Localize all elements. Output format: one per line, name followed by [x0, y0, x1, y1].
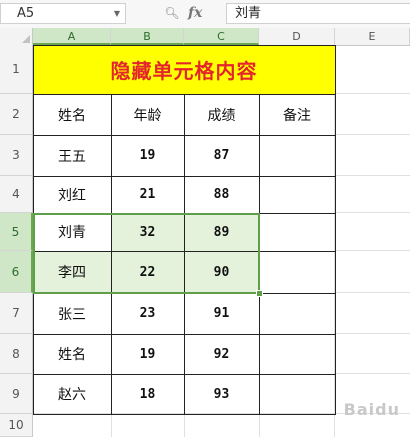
table-border	[33, 45, 34, 415]
formula-value: 刘青	[235, 6, 262, 21]
row-header-4[interactable]: 4	[0, 176, 33, 213]
cell-name[interactable]: 刘红	[33, 176, 111, 213]
cell-age[interactable]: 32	[111, 213, 184, 251]
row-header-6[interactable]: 6	[0, 251, 33, 293]
header-cell-age[interactable]: 年龄	[111, 94, 184, 135]
cell-age[interactable]: 21	[111, 176, 184, 213]
gridline	[335, 333, 410, 334]
cell-age[interactable]: 19	[111, 135, 184, 176]
cell-age[interactable]: 23	[111, 293, 184, 334]
chevron-down-icon[interactable]: ▼	[114, 4, 120, 23]
header-cell-note[interactable]: 备注	[259, 94, 335, 135]
cell-name[interactable]: 赵六	[33, 374, 111, 414]
table-border	[111, 94, 112, 415]
formula-input[interactable]: 刘青	[226, 3, 410, 24]
column-header-d[interactable]: D	[259, 28, 335, 45]
gridline	[259, 414, 260, 437]
table-border	[33, 45, 336, 46]
name-box[interactable]: A5 ▼	[0, 3, 126, 24]
cell-name-active[interactable]: 刘青	[33, 213, 111, 251]
row-header-1[interactable]: 1	[0, 45, 33, 94]
fx-icon[interactable]: fx	[188, 4, 208, 22]
gridline	[111, 414, 112, 437]
row-header-8[interactable]: 8	[0, 334, 33, 374]
fill-handle[interactable]	[256, 290, 263, 297]
title-cell[interactable]: 隐藏单元格内容	[33, 45, 335, 94]
row-header-3[interactable]: 3	[0, 135, 33, 176]
cell-score[interactable]: 93	[184, 374, 259, 414]
row-header-2[interactable]: 2	[0, 94, 33, 135]
cell-age[interactable]: 22	[111, 251, 184, 293]
column-headers: A B C D E	[0, 28, 410, 46]
select-all-corner[interactable]	[0, 28, 33, 45]
gridline	[335, 134, 410, 135]
row-header-7[interactable]: 7	[0, 293, 33, 334]
gridline	[335, 175, 410, 176]
cell-score[interactable]: 87	[184, 135, 259, 176]
cell-name[interactable]: 王五	[33, 135, 111, 176]
cell-age[interactable]: 18	[111, 374, 184, 414]
row-header-9[interactable]: 9	[0, 374, 33, 414]
table-border	[335, 45, 336, 415]
cell-score[interactable]: 90	[184, 251, 259, 293]
zoom-icon[interactable]: 🔍︎	[164, 4, 180, 22]
row-header-5[interactable]: 5	[0, 213, 33, 251]
column-header-c[interactable]: C	[184, 28, 259, 45]
row-header-10[interactable]: 10	[0, 414, 33, 437]
column-header-e[interactable]: E	[335, 28, 410, 45]
gridline	[335, 292, 410, 293]
header-cell-name[interactable]: 姓名	[33, 94, 111, 135]
gridline	[335, 212, 410, 213]
cell-score[interactable]: 89	[184, 213, 259, 251]
cell-name[interactable]: 张三	[33, 293, 111, 334]
formula-bar: A5 ▼ 🔍︎ fx 刘青	[0, 0, 410, 29]
gridline	[335, 373, 410, 374]
name-box-value: A5	[17, 6, 35, 21]
cell-name[interactable]: 李四	[33, 251, 111, 293]
column-header-a[interactable]: A	[33, 28, 111, 45]
cell-age[interactable]: 19	[111, 334, 184, 374]
column-header-b[interactable]: B	[111, 28, 184, 45]
header-cell-score[interactable]: 成绩	[184, 94, 259, 135]
gridline	[184, 414, 185, 437]
watermark-logo: Baidu	[343, 400, 400, 419]
cell-score[interactable]: 91	[184, 293, 259, 334]
cell-name[interactable]: 姓名	[33, 334, 111, 374]
spreadsheet-grid[interactable]: 隐藏单元格内容 姓名 年龄 成绩 备注 王五 19 87 刘红 21 88 刘青…	[33, 45, 410, 437]
table-border	[259, 94, 260, 415]
table-border	[184, 94, 185, 415]
gridline	[335, 250, 410, 251]
cell-score[interactable]: 92	[184, 334, 259, 374]
cell-score[interactable]: 88	[184, 176, 259, 213]
